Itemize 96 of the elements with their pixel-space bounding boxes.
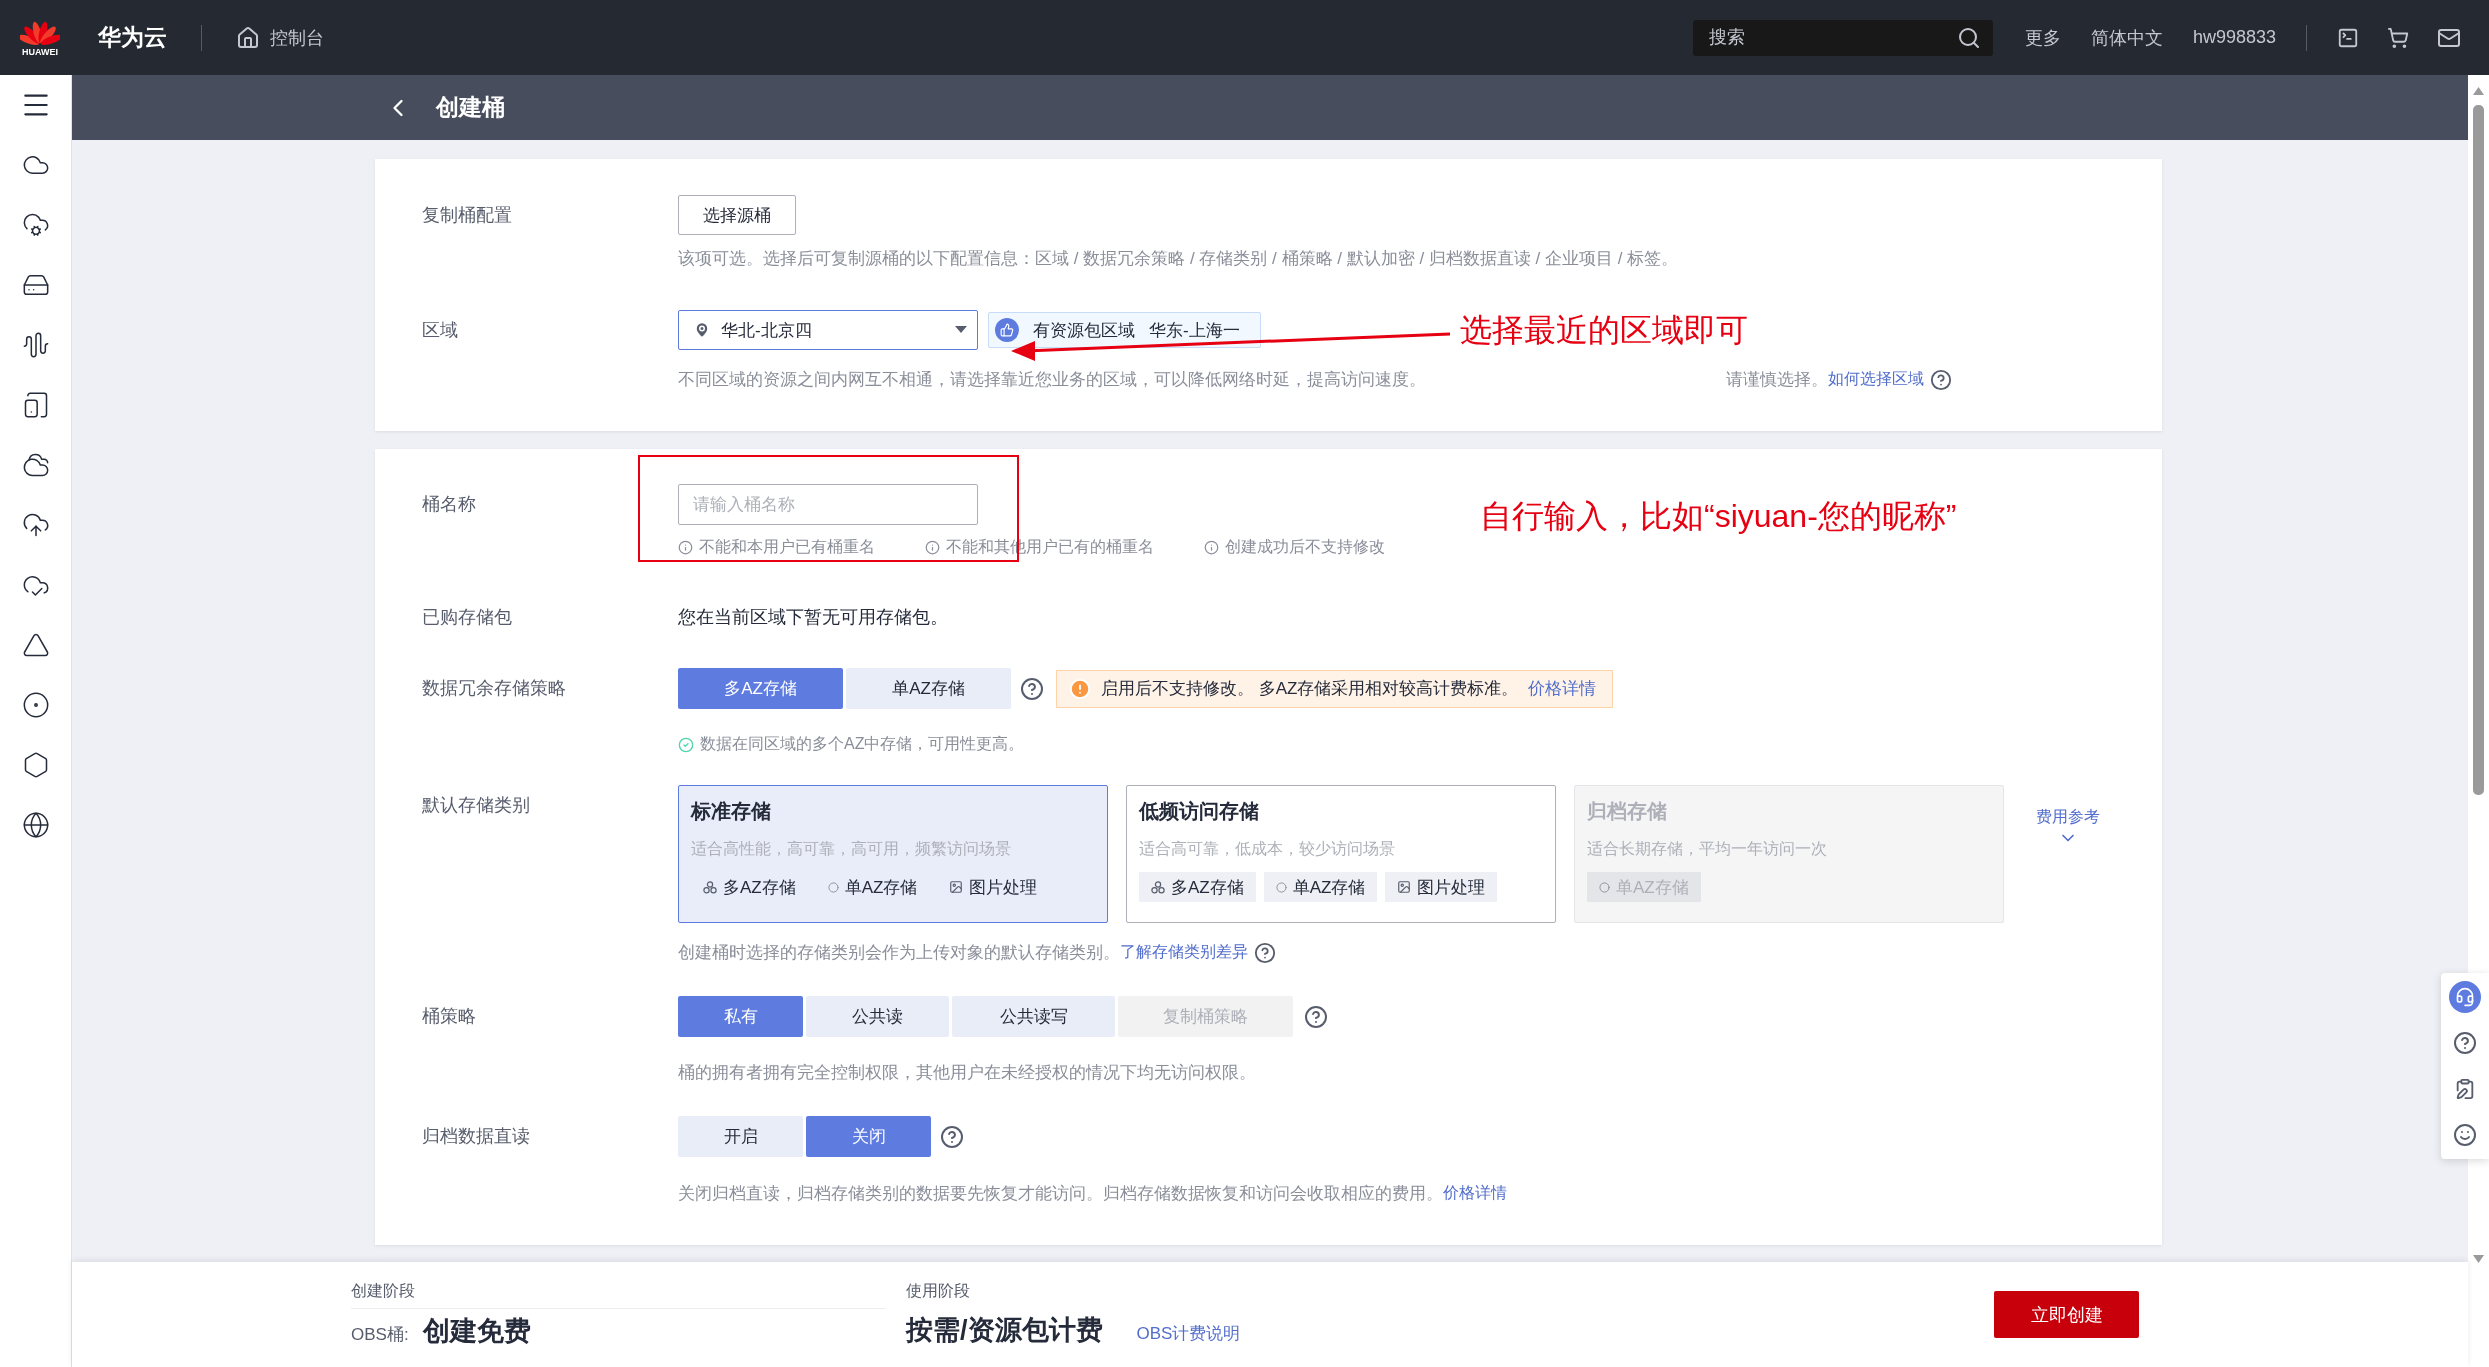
search-field[interactable]: 搜索 [1692, 19, 1993, 56]
terminal-icon[interactable] [2337, 26, 2359, 49]
cloud-gear-icon[interactable] [21, 211, 50, 239]
help-icon[interactable] [940, 1124, 964, 1149]
billing-link[interactable]: OBS计费说明 [1136, 1322, 1241, 1345]
caret-icon [955, 326, 967, 334]
price-link[interactable]: 价格详情 [1528, 677, 1597, 700]
stage-prefix: OBS桶: [351, 1323, 409, 1346]
help-icon[interactable] [2453, 1031, 2477, 1055]
storage-tag: 多AZ存储 [691, 872, 808, 902]
create-button[interactable]: 立即创建 [1994, 1291, 2139, 1338]
stage-label: 创建阶段 [351, 1280, 886, 1309]
circle-icon [1275, 881, 1287, 893]
field-label: 数据冗余存储策略 [422, 677, 567, 700]
field-label: 已购存储包 [422, 606, 513, 629]
brand-name[interactable]: 华为云 [98, 22, 167, 53]
hint-text: 创建桶时选择的存储类别会作为上传对象的默认存储类别。 [678, 942, 1120, 964]
stage-value: 创建免费 [422, 1314, 531, 1348]
policy-option[interactable]: 公共读 [806, 996, 949, 1037]
field-label: 复制桶配置 [422, 204, 513, 227]
circle-icon [827, 881, 839, 893]
clouds-icon[interactable] [21, 451, 50, 479]
map-pin-icon [693, 321, 711, 339]
archive-read-option[interactable]: 开启 [678, 1116, 803, 1157]
help-link[interactable]: 了解存储类别差异 [1120, 942, 1248, 963]
hint-text: 该项可选。选择后可复制源桶的以下配置信息：区域 / 数据冗余策略 / 存储类别 / 桶策略 / 默认加密 / 归档数据直读 / 企业项目 / 标签。 [678, 248, 1679, 270]
help-icon[interactable] [1020, 676, 1044, 701]
warning-text: 启用后不支持修改。 多AZ存储采用相对较高计费标准。 [1101, 678, 1519, 700]
page-title: 创建桶 [436, 93, 505, 122]
headset-button[interactable] [2449, 981, 2481, 1013]
thumbs-up-icon [995, 318, 1019, 342]
storage-tag: 图片处理 [1385, 872, 1498, 902]
bucket-name-input[interactable]: 请输入桶名称 [678, 484, 978, 525]
info-icon [678, 540, 693, 555]
search-icon[interactable] [1956, 25, 1981, 50]
field-label: 归档数据直读 [422, 1125, 531, 1148]
storage-tag: 单AZ存储 [1263, 872, 1378, 902]
storage-class-card[interactable]: 标准存储 适合高性能，高可靠，高可用，频繁访问场景 多AZ存储 单AZ存储 图片处理 [678, 785, 1108, 923]
fee-reference-link[interactable]: 费用参考 [2036, 807, 2100, 848]
check-circle-icon [678, 736, 694, 753]
storage-tag: 图片处理 [937, 872, 1050, 902]
stage-value: 按需/资源包计费 [906, 1314, 1103, 1347]
redundancy-option[interactable]: 多AZ存储 [678, 668, 843, 709]
top-nav-link[interactable]: hw998833 [2192, 27, 2276, 48]
annotation-text: 选择最近的区域即可 [1460, 311, 1748, 350]
top-nav-link[interactable]: 更多 [2024, 25, 2061, 50]
note-text: 数据在同区域的多个AZ中存储，可用性更高。 [700, 734, 1025, 754]
storage-tag: 单AZ存储 [815, 872, 930, 902]
rule-text: 不能和本用户已有桶重名 [699, 537, 875, 557]
field-label: 桶策略 [422, 1005, 477, 1028]
storage-tag: 多AZ存储 [1139, 872, 1256, 902]
hint-text: 请谨慎选择。 [1726, 369, 1828, 391]
circle-icon [1599, 881, 1610, 893]
help-icon[interactable] [1930, 368, 1952, 391]
storage-class-card[interactable]: 低频访问存储 适合高可靠，低成本，较少访问场景 多AZ存储 单AZ存储 图片处理 [1126, 785, 1556, 923]
package-status-text: 您在当前区域下暂无可用存储包。 [678, 606, 949, 629]
circles-icon [703, 880, 717, 894]
price-link[interactable]: 价格详情 [1443, 1183, 1507, 1204]
console-link[interactable]: 控制台 [270, 25, 324, 50]
image-icon [949, 880, 964, 894]
field-label: 区域 [422, 319, 459, 342]
image-icon [1397, 880, 1412, 894]
field-label: 默认存储类别 [422, 794, 531, 817]
recommended-region-tag[interactable]: 有资源包区域 华东-上海一 [988, 312, 1261, 348]
help-icon[interactable] [1304, 1004, 1328, 1029]
help-icon[interactable] [1254, 941, 1276, 964]
hint-text: 关闭归档直读，归档存储类别的数据要先恢复才能访问。归档存储数据恢复和访问会收取相应的费用。 [678, 1183, 1443, 1205]
top-nav-link[interactable]: 简体中文 [2090, 25, 2163, 50]
triangle-icon[interactable] [21, 631, 50, 659]
region-select[interactable]: 华北-北京四 [678, 310, 978, 350]
clipboard-edit-icon[interactable] [2454, 1078, 2476, 1100]
hint-text: 不同区域的资源之间内网互不相通，请选择靠近您业务的区域，可以降低网络时延，提高访问速度。 [678, 369, 1426, 391]
smile-icon[interactable] [2453, 1123, 2477, 1147]
circles-icon [1151, 880, 1165, 894]
warning-icon [1069, 677, 1091, 700]
info-icon [1204, 540, 1219, 555]
cloud-upload-icon[interactable] [21, 511, 50, 539]
hint-text: 桶的拥有者拥有完全控制权限，其他用户在未经授权的情况下均无访问权限。 [678, 1062, 1256, 1084]
help-link[interactable]: 如何选择区域 [1828, 369, 1924, 390]
policy-option[interactable]: 公共读写 [952, 996, 1115, 1037]
select-source-button[interactable]: 选择源桶 [678, 195, 796, 235]
annotation-text: 自行输入，比如“siyuan-您的昵称” [1480, 497, 1957, 536]
info-icon [925, 540, 940, 555]
policy-option[interactable]: 私有 [678, 996, 803, 1037]
headset-icon [2455, 987, 2475, 1007]
redundancy-option[interactable]: 单AZ存储 [846, 668, 1011, 709]
stage-label: 使用阶段 [906, 1281, 971, 1301]
cart-icon[interactable] [2387, 26, 2409, 49]
logo-text: HUAWEI [22, 47, 58, 57]
home-icon[interactable] [236, 25, 260, 50]
circle-dot-icon[interactable] [21, 691, 50, 719]
field-label: 桶名称 [422, 493, 477, 516]
rule-text: 创建成功后不支持修改 [1225, 537, 1385, 557]
waveform-icon[interactable] [21, 331, 50, 359]
globe-icon[interactable] [21, 811, 50, 839]
archive-read-option[interactable]: 关闭 [806, 1116, 931, 1157]
